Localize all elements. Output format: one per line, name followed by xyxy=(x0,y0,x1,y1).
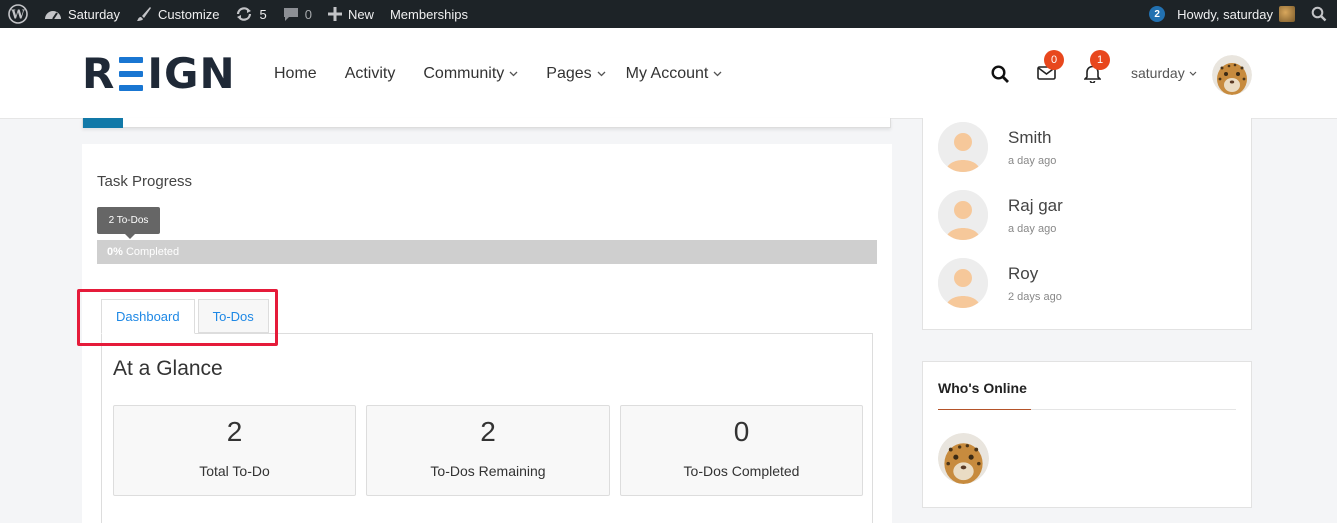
admin-search-button[interactable] xyxy=(1301,0,1337,28)
wordpress-icon: W xyxy=(8,4,28,24)
previous-card-accent xyxy=(83,118,123,128)
logo-e-mark xyxy=(119,57,144,91)
nav-my-account-label: My Account xyxy=(625,64,709,82)
stat-value: 2 xyxy=(480,416,496,447)
title-divider-accent xyxy=(938,409,1031,410)
stat-label: Total To-Do xyxy=(199,463,270,479)
admin-bar: W Saturday Customize 5 0 New Memberships… xyxy=(0,0,1337,28)
task-progress-label: 0% Completed xyxy=(107,240,179,264)
member-time: 2 days ago xyxy=(1008,291,1062,303)
notifications-count-badge: 1 xyxy=(1090,50,1110,70)
header-username: saturday xyxy=(1131,65,1185,81)
glance-title: At a Glance xyxy=(113,357,223,380)
customize-link[interactable]: Customize xyxy=(128,0,227,28)
nav-home-label: Home xyxy=(274,64,317,82)
nav-community[interactable]: Community xyxy=(423,65,518,83)
updates-count: 5 xyxy=(259,6,267,22)
user-menu-toggle[interactable]: saturday xyxy=(1131,65,1197,81)
memberships-label: Memberships xyxy=(389,6,468,22)
default-avatar-icon xyxy=(938,258,988,308)
site-name: Saturday xyxy=(68,6,121,22)
new-label: New xyxy=(347,6,374,22)
todos-tooltip: 2 To-Dos xyxy=(97,207,160,239)
user-avatar[interactable] xyxy=(1212,55,1252,95)
updates-link[interactable]: 5 xyxy=(227,0,274,28)
title-divider xyxy=(938,409,1236,410)
search-icon xyxy=(991,65,1009,83)
stat-todos-remaining: 2 To-Dos Remaining xyxy=(366,405,610,496)
nav-my-account[interactable]: My Account xyxy=(626,65,723,83)
task-progress-bar: 0% Completed xyxy=(97,240,877,264)
nav-activity[interactable]: Activity xyxy=(345,65,396,83)
svg-text:W: W xyxy=(10,8,25,22)
nav-activity-label: Activity xyxy=(344,64,396,82)
recent-members-widget: Smith a day ago Raj gar a day ago Roy 2 … xyxy=(922,118,1252,330)
progress-percent: 0% xyxy=(107,246,123,258)
chevron-down-icon xyxy=(1189,71,1197,76)
admin-avatar xyxy=(1279,6,1295,22)
previous-card-edge xyxy=(82,118,891,128)
my-account-link[interactable]: Howdy, saturday xyxy=(1177,0,1301,28)
progress-completed-text: Completed xyxy=(122,246,180,258)
wordpress-logo-button[interactable]: W xyxy=(0,0,36,28)
chevron-down-icon xyxy=(597,71,606,76)
site-name-link[interactable]: Saturday xyxy=(36,0,128,28)
stat-label: To-Dos Remaining xyxy=(430,463,546,479)
default-avatar-icon xyxy=(938,122,988,172)
nav-pages-label: Pages xyxy=(546,64,592,82)
comment-bubble-icon xyxy=(283,8,298,21)
messages-count-badge: 0 xyxy=(1044,50,1064,70)
glance-panel: At a Glance 2 Total To-Do 2 To-Dos Remai… xyxy=(101,333,873,523)
whos-online-widget: Who's Online xyxy=(922,361,1252,508)
plus-icon xyxy=(327,7,342,21)
customize-label: Customize xyxy=(158,6,220,22)
dashboard-gauge-icon xyxy=(45,11,61,20)
main-nav: Home Activity Community Pages My Account xyxy=(274,28,750,119)
default-avatar-icon xyxy=(938,190,988,240)
chevron-down-icon xyxy=(713,71,722,76)
stat-label: To-Dos Completed xyxy=(683,463,800,479)
comments-link[interactable]: 0 xyxy=(275,0,320,28)
member-time: a day ago xyxy=(1008,155,1057,167)
paintbrush-icon xyxy=(137,7,152,21)
task-progress-title: Task Progress xyxy=(97,173,193,190)
new-content-link[interactable]: New xyxy=(320,0,382,28)
admin-notification-badge[interactable]: 2 xyxy=(1149,6,1166,22)
chevron-down-icon xyxy=(509,71,518,76)
member-name[interactable]: Raj gar xyxy=(1008,196,1063,216)
logo-text-end: IGN xyxy=(147,49,236,98)
member-name[interactable]: Smith xyxy=(1008,128,1051,148)
header-search-button[interactable] xyxy=(991,65,1010,89)
howdy-label: Howdy, saturday xyxy=(1177,6,1273,22)
nav-pages[interactable]: Pages xyxy=(546,64,606,83)
reign-logo[interactable]: R IGN xyxy=(82,49,236,98)
member-time: a day ago xyxy=(1008,223,1057,235)
tabs-highlight-box xyxy=(77,289,278,346)
online-user-avatar[interactable] xyxy=(938,433,989,484)
nav-community-label: Community xyxy=(423,64,505,82)
logo-text-start: R xyxy=(82,49,116,98)
search-icon xyxy=(1311,6,1327,22)
stat-total-todo: 2 Total To-Do xyxy=(113,405,356,496)
comments-count: 0 xyxy=(304,6,312,22)
member-name[interactable]: Roy xyxy=(1008,264,1038,284)
memberships-link[interactable]: Memberships xyxy=(382,0,476,28)
whos-online-title: Who's Online xyxy=(938,380,1027,396)
nav-home[interactable]: Home xyxy=(274,65,317,83)
stat-value: 0 xyxy=(733,416,750,447)
updates-icon xyxy=(237,7,252,21)
stat-todos-completed: 0 To-Dos Completed xyxy=(620,405,863,496)
site-header: R IGN Home Activity Community Pages My A… xyxy=(0,28,1337,119)
stat-value: 2 xyxy=(226,416,243,447)
admin-bar-right: 2 Howdy, saturday xyxy=(1149,0,1337,28)
